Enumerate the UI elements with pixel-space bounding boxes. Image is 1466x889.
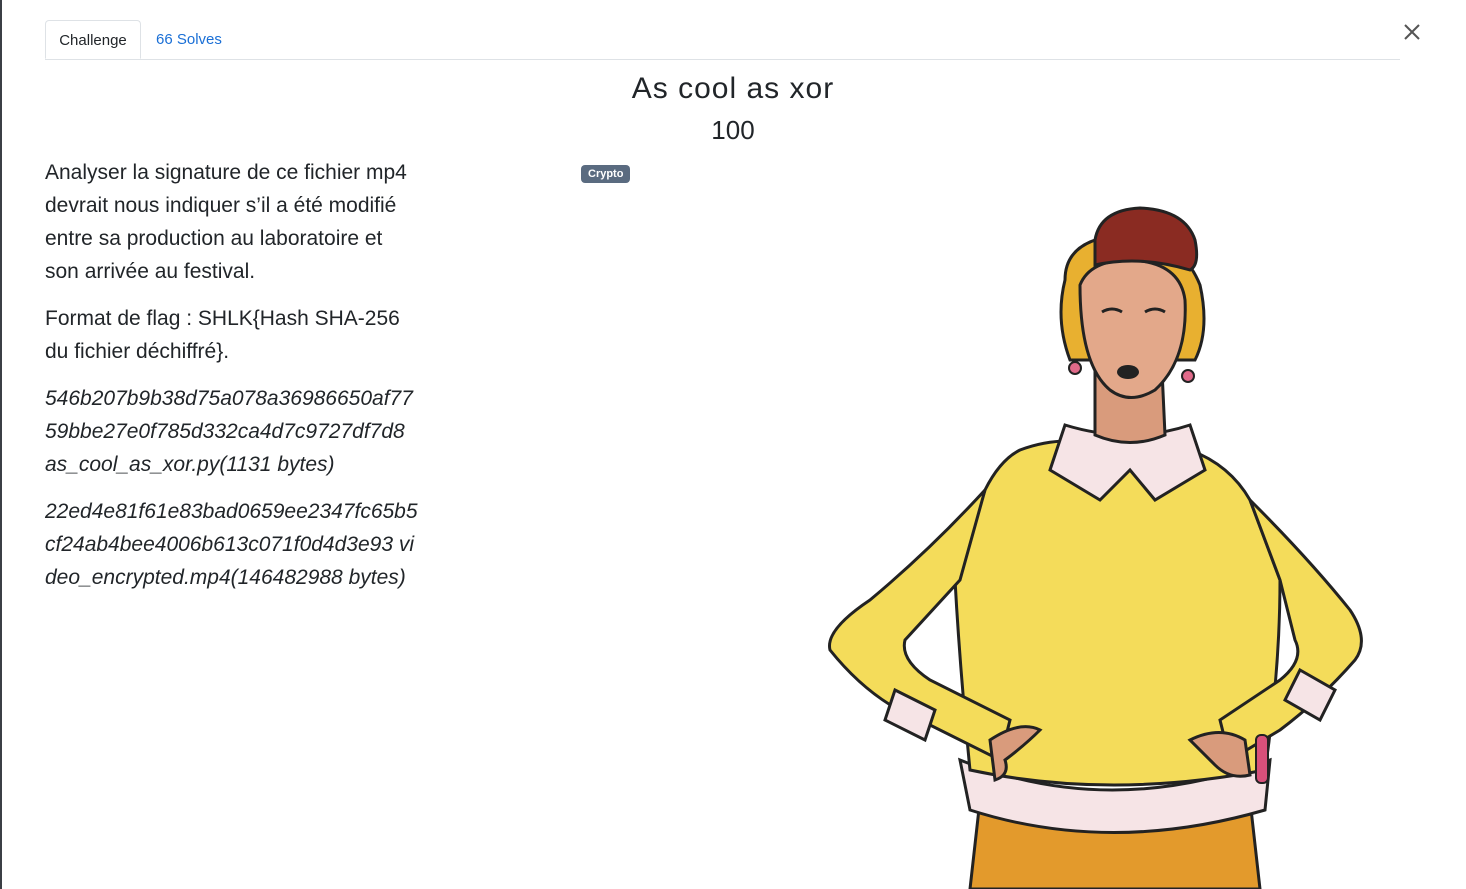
description-paragraph: Analyser la signature de ce fichier mp4 … (45, 161, 407, 283)
file-hash: 546b207b9b38d75a078a36986650af7759bbe27e… (45, 387, 413, 476)
close-icon (1404, 24, 1420, 40)
close-button[interactable] (1398, 18, 1426, 46)
woman-illustration (828, 206, 1363, 889)
file-hash: 22ed4e81f61e83bad0659ee2347fc65b5cf24ab4… (45, 500, 418, 589)
challenge-tabs: Challenge 66 Solves (45, 20, 1400, 60)
challenge-title: As cool as xor (631, 72, 835, 105)
tab-challenge[interactable]: Challenge (45, 20, 141, 59)
challenge-value: 100 (711, 115, 755, 145)
tab-solves[interactable]: 66 Solves (141, 20, 237, 59)
challenge-description: Analyser la signature de ce fichier mp4 … (45, 156, 420, 608)
category-tag: Crypto (581, 165, 631, 183)
description-paragraph: Format de flag : SHLK{Hash SHA-256 du fi… (45, 307, 400, 363)
